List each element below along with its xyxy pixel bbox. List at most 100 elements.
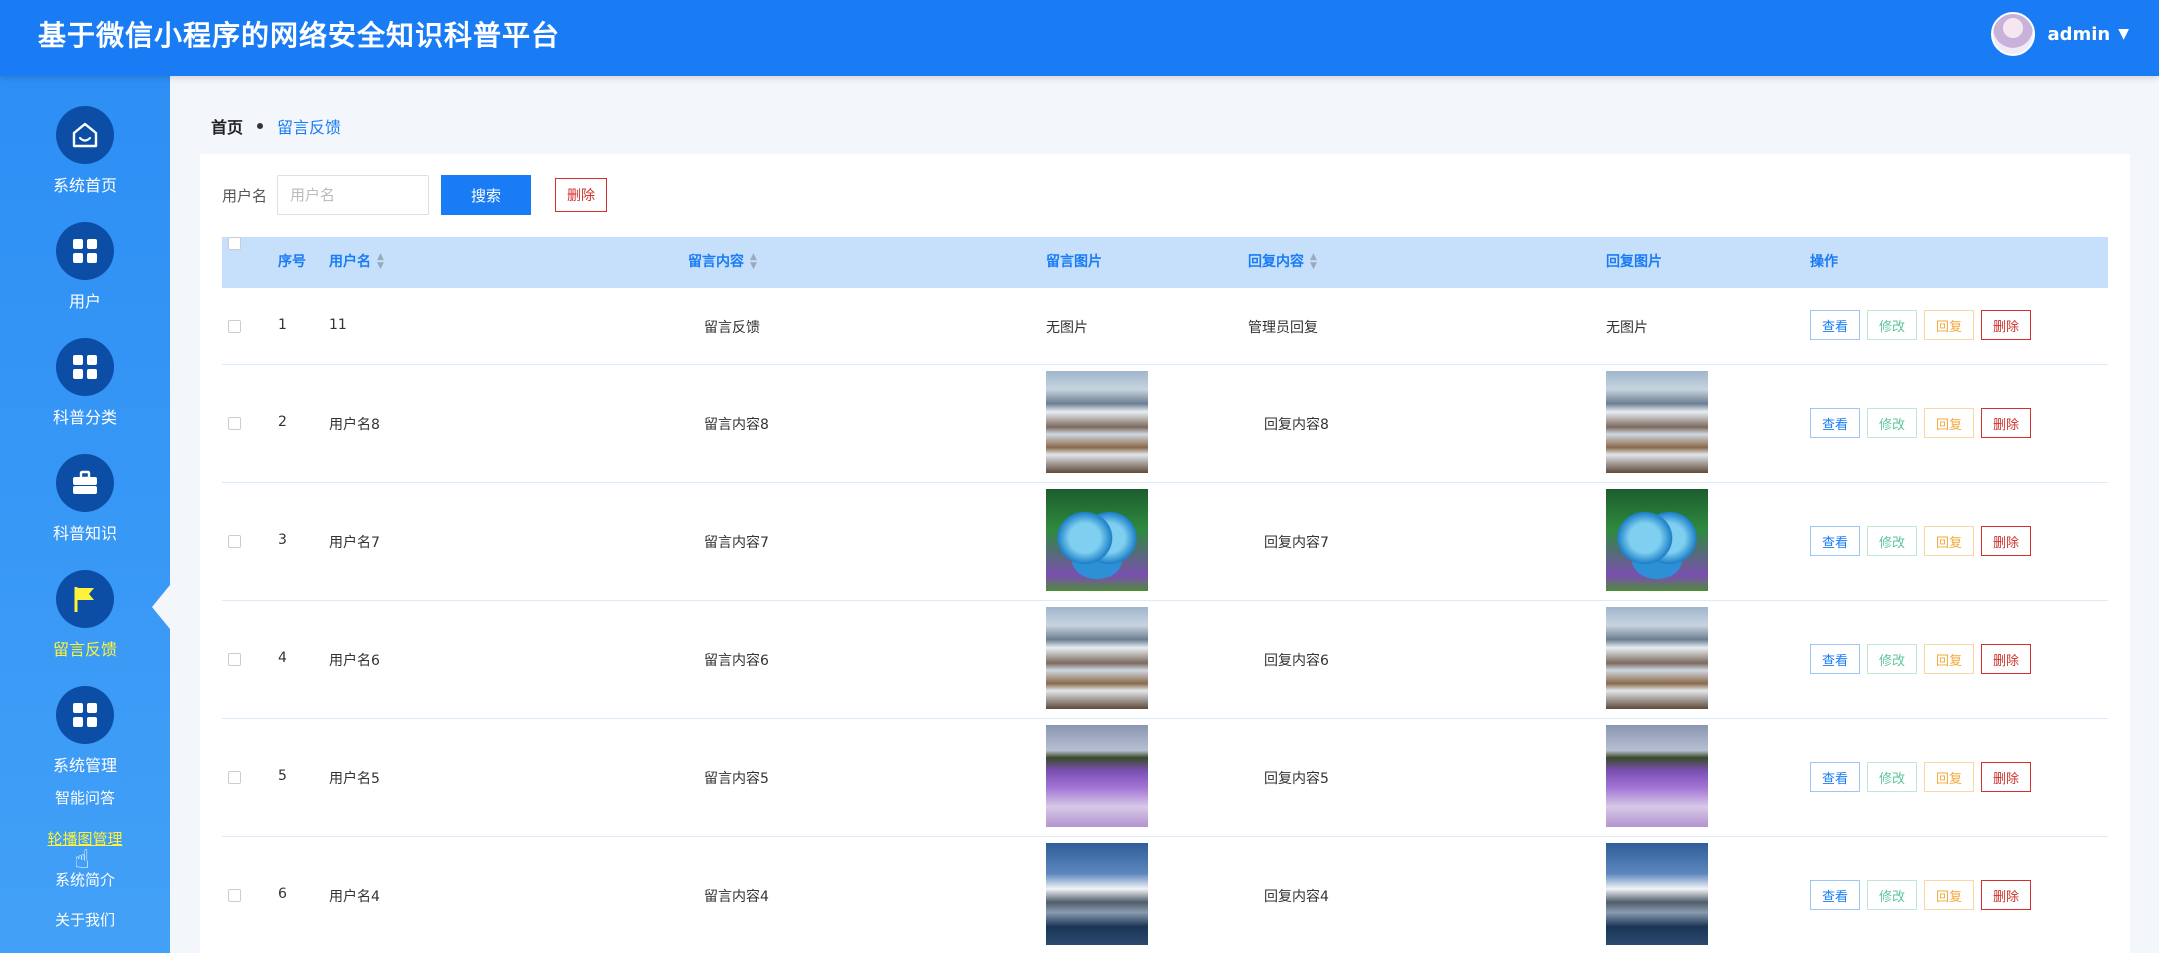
table-row: 5 用户名5 留言内容5 回复内容5 查看 修改 回复 删除 xyxy=(222,719,2108,837)
view-button[interactable]: 查看 xyxy=(1810,526,1860,556)
view-button[interactable]: 查看 xyxy=(1810,762,1860,792)
reply-image-thumbnail[interactable] xyxy=(1606,371,1708,473)
delete-button[interactable]: 删除 xyxy=(1981,644,2031,674)
edit-button[interactable]: 修改 xyxy=(1867,408,1917,438)
cell-reply-image: 无图片 xyxy=(1606,320,1648,336)
cell-username: 11 xyxy=(329,317,347,333)
reply-image-thumbnail[interactable] xyxy=(1606,843,1708,945)
delete-button[interactable]: 删除 xyxy=(1981,880,2031,910)
batch-delete-button[interactable]: 删除 xyxy=(555,178,608,212)
cell-reply: 回复内容6 xyxy=(1264,653,1329,669)
cell-reply: 回复内容8 xyxy=(1264,417,1329,433)
row-checkbox[interactable] xyxy=(228,889,241,902)
reply-button[interactable]: 回复 xyxy=(1924,526,1974,556)
sidebar-item-system[interactable]: 系统管理 xyxy=(0,686,170,776)
delete-button[interactable]: 删除 xyxy=(1981,526,2031,556)
table-row: 4 用户名6 留言内容6 回复内容6 查看 修改 回复 删除 xyxy=(222,601,2108,719)
row-checkbox[interactable] xyxy=(228,417,241,430)
reply-button[interactable]: 回复 xyxy=(1924,408,1974,438)
message-image-thumbnail[interactable] xyxy=(1046,725,1148,827)
col-reply[interactable]: 回复内容 ▲ ▼ xyxy=(1248,237,1317,288)
username-label[interactable]: admin xyxy=(2047,24,2110,45)
grid-icon xyxy=(56,338,114,396)
view-button[interactable]: 查看 xyxy=(1810,310,1860,340)
message-image-thumbnail[interactable] xyxy=(1046,371,1148,473)
sidebar-item-label: 留言反馈 xyxy=(52,640,117,659)
caret-down-icon[interactable]: ▼ xyxy=(2118,26,2129,42)
table-row: 6 用户名4 留言内容4 回复内容4 查看 修改 回复 删除 xyxy=(222,837,2108,953)
cell-reply: 回复内容4 xyxy=(1264,889,1329,905)
sidebar-link-qa[interactable]: 智能问答 xyxy=(0,787,170,808)
select-all-checkbox[interactable] xyxy=(228,237,241,250)
view-button[interactable]: 查看 xyxy=(1810,408,1860,438)
message-image-thumbnail[interactable] xyxy=(1046,843,1148,945)
sidebar-item-home[interactable]: 系统首页 xyxy=(0,106,170,196)
sort-icon[interactable]: ▲ ▼ xyxy=(377,253,384,271)
row-checkbox[interactable] xyxy=(228,320,241,333)
avatar[interactable] xyxy=(1991,12,2036,56)
sort-icon[interactable]: ▲ ▼ xyxy=(1310,253,1317,271)
cell-username: 用户名7 xyxy=(329,535,380,551)
grid-icon xyxy=(56,222,114,280)
row-actions: 查看 修改 回复 删除 xyxy=(1810,310,2031,340)
search-button[interactable]: 搜索 xyxy=(441,175,532,215)
edit-button[interactable]: 修改 xyxy=(1867,644,1917,674)
sidebar-item-knowledge[interactable]: 科普知识 xyxy=(0,454,170,544)
view-button[interactable]: 查看 xyxy=(1810,880,1860,910)
reply-button[interactable]: 回复 xyxy=(1924,310,1974,340)
breadcrumb-home[interactable]: 首页 xyxy=(211,114,243,138)
col-reply-image: 回复图片 xyxy=(1606,254,1662,270)
col-reply-label: 回复内容 xyxy=(1248,254,1304,270)
row-checkbox[interactable] xyxy=(228,535,241,548)
sidebar-item-label: 科普知识 xyxy=(52,524,117,543)
cell-index: 4 xyxy=(278,650,287,666)
sidebar-link-about[interactable]: 关于我们 xyxy=(0,909,170,930)
message-image-thumbnail[interactable] xyxy=(1046,489,1148,591)
row-checkbox[interactable] xyxy=(228,771,241,784)
col-index: 序号 xyxy=(278,254,306,270)
username-search-input[interactable] xyxy=(277,175,430,215)
sidebar-item-label: 系统首页 xyxy=(52,176,117,195)
row-actions: 查看 修改 回复 删除 xyxy=(1810,762,2031,792)
edit-button[interactable]: 修改 xyxy=(1867,310,1917,340)
edit-button[interactable]: 修改 xyxy=(1867,526,1917,556)
reply-image-thumbnail[interactable] xyxy=(1606,725,1708,827)
sort-icon[interactable]: ▲ ▼ xyxy=(750,253,757,271)
row-checkbox[interactable] xyxy=(228,653,241,666)
active-indicator xyxy=(152,585,170,629)
cell-message: 留言内容4 xyxy=(704,889,769,905)
reply-button[interactable]: 回复 xyxy=(1924,880,1974,910)
cell-message-image: 无图片 xyxy=(1046,320,1088,336)
cell-index: 1 xyxy=(278,317,287,333)
cell-reply: 回复内容5 xyxy=(1264,771,1329,787)
delete-button[interactable]: 删除 xyxy=(1981,310,2031,340)
cell-index: 6 xyxy=(278,886,287,902)
col-message[interactable]: 留言内容 ▲ ▼ xyxy=(688,237,757,288)
flag-icon xyxy=(56,570,114,628)
table-row: 3 用户名7 留言内容7 回复内容7 查看 修改 回复 删除 xyxy=(222,483,2108,601)
sidebar-item-users[interactable]: 用户 xyxy=(0,222,170,312)
sidebar-item-feedback[interactable]: 留言反馈 xyxy=(0,570,170,660)
reply-image-thumbnail[interactable] xyxy=(1606,489,1708,591)
edit-button[interactable]: 修改 xyxy=(1867,880,1917,910)
col-message-label: 留言内容 xyxy=(688,254,744,270)
col-actions: 操作 xyxy=(1810,254,1838,270)
col-username[interactable]: 用户名 ▲ ▼ xyxy=(329,237,384,288)
cell-message: 留言内容5 xyxy=(704,771,769,787)
reply-button[interactable]: 回复 xyxy=(1924,644,1974,674)
user-menu[interactable]: admin ▼ xyxy=(1991,12,2129,56)
reply-button[interactable]: 回复 xyxy=(1924,762,1974,792)
sidebar-item-category[interactable]: 科普分类 xyxy=(0,338,170,428)
sidebar-item-label: 用户 xyxy=(68,292,101,311)
edit-button[interactable]: 修改 xyxy=(1867,762,1917,792)
search-label: 用户名 xyxy=(222,186,268,205)
cell-index: 5 xyxy=(278,768,287,784)
reply-image-thumbnail[interactable] xyxy=(1606,607,1708,709)
sidebar-item-label: 系统管理 xyxy=(52,756,117,775)
delete-button[interactable]: 删除 xyxy=(1981,762,2031,792)
message-image-thumbnail[interactable] xyxy=(1046,607,1148,709)
sidebar: 系统首页 用户 科普分类 科普知识 留言反馈 系统管理 智能问答 轮播图管理 系… xyxy=(0,76,170,953)
view-button[interactable]: 查看 xyxy=(1810,644,1860,674)
pointer-cursor-icon: ☝ xyxy=(74,845,90,875)
delete-button[interactable]: 删除 xyxy=(1981,408,2031,438)
